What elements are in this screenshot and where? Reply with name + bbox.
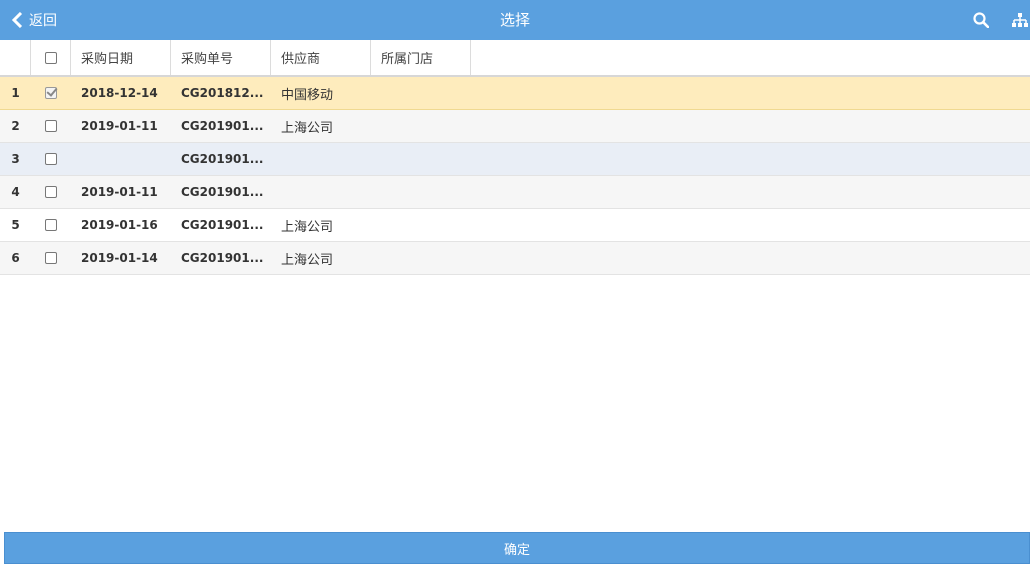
- row-number: 5: [11, 218, 20, 232]
- table-row[interactable]: 1 2018-12-14 CG201812... 中国移动: [0, 77, 1030, 110]
- row-number: 2: [11, 119, 20, 133]
- row-date: 2019-01-11: [81, 119, 158, 133]
- table-row[interactable]: 2 2019-01-11 CG201901... 上海公司: [0, 110, 1030, 143]
- search-icon: [973, 12, 989, 28]
- row-order-no: CG201901...: [181, 251, 264, 265]
- row-supplier: 上海公司: [281, 219, 334, 235]
- header-row-number: [0, 40, 31, 75]
- column-header-store[interactable]: 所属门店: [371, 40, 471, 75]
- header-checkbox-cell: [31, 40, 71, 75]
- row-order-no: CG201901...: [181, 119, 264, 133]
- row-checkbox[interactable]: [45, 153, 57, 165]
- row-number: 4: [11, 185, 20, 199]
- selection-grid: 采购日期 采购单号 供应商 所属门店 1 2018-12-14 CG201812…: [0, 40, 1030, 275]
- column-header-order-no[interactable]: 采购单号: [171, 40, 271, 75]
- table-row[interactable]: 5 2019-01-16 CG201901... 上海公司: [0, 209, 1030, 242]
- row-order-no: CG201812...: [181, 86, 264, 100]
- org-chart-button[interactable]: [1012, 0, 1028, 40]
- row-checkbox[interactable]: [45, 186, 57, 198]
- row-number: 3: [11, 152, 20, 166]
- select-all-checkbox[interactable]: [44, 51, 57, 64]
- column-header-supplier[interactable]: 供应商: [271, 40, 371, 75]
- table-row[interactable]: 3 CG201901...: [0, 143, 1030, 176]
- row-checkbox[interactable]: [45, 87, 57, 99]
- row-date: 2018-12-14: [81, 86, 158, 100]
- chevron-left-icon: [12, 12, 23, 28]
- page-title: 选择: [499, 11, 530, 29]
- row-supplier: 上海公司: [281, 120, 334, 136]
- grid-header: 采购日期 采购单号 供应商 所属门店: [0, 40, 1030, 77]
- org-chart-icon: [1012, 13, 1028, 27]
- row-checkbox[interactable]: [45, 120, 57, 132]
- table-row[interactable]: 6 2019-01-14 CG201901... 上海公司: [0, 242, 1030, 275]
- table-row[interactable]: 4 2019-01-11 CG201901...: [0, 176, 1030, 209]
- column-header-date[interactable]: 采购日期: [71, 40, 171, 75]
- back-button[interactable]: 返回: [12, 0, 57, 40]
- row-order-no: CG201901...: [181, 152, 264, 166]
- row-date: 2019-01-14: [81, 251, 158, 265]
- row-number: 1: [11, 86, 20, 100]
- row-order-no: CG201901...: [181, 185, 264, 199]
- row-date: 2019-01-16: [81, 218, 158, 232]
- row-supplier: 中国移动: [281, 87, 334, 103]
- row-supplier: 上海公司: [281, 252, 334, 268]
- confirm-button[interactable]: 确定: [4, 532, 1030, 564]
- search-button[interactable]: [973, 0, 989, 40]
- row-order-no: CG201901...: [181, 218, 264, 232]
- row-checkbox[interactable]: [45, 219, 57, 231]
- back-label: 返回: [29, 13, 57, 29]
- row-date: 2019-01-11: [81, 185, 158, 199]
- top-bar: 返回 选择: [0, 0, 1030, 40]
- row-checkbox[interactable]: [45, 252, 57, 264]
- row-number: 6: [11, 251, 20, 265]
